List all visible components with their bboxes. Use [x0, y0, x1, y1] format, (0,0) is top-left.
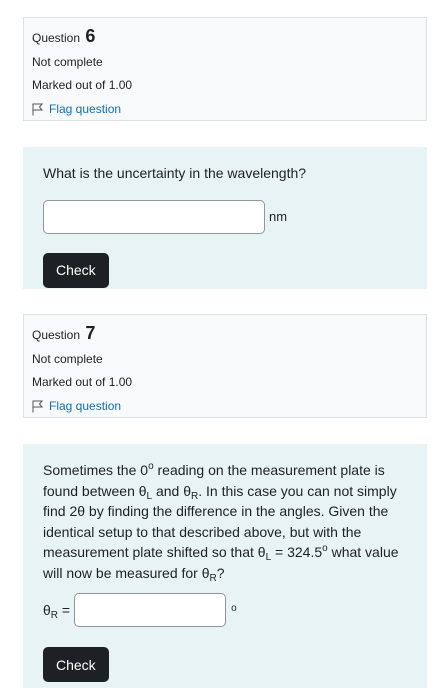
flag-question-label: Flag question	[49, 102, 122, 116]
question-state: Not complete	[32, 352, 103, 366]
check-button[interactable]: Check	[43, 252, 109, 288]
answer-input[interactable]	[74, 593, 227, 627]
answer-input[interactable]	[43, 199, 265, 234]
flag-question-link[interactable]: Flag question	[32, 399, 426, 413]
flag-icon	[32, 103, 43, 115]
question-state: Not complete	[32, 55, 103, 69]
unit-label: o	[231, 602, 237, 614]
question-text: Sometimes the 0o reading on the measurem…	[43, 461, 399, 584]
flag-question-link[interactable]: Flag question	[32, 102, 426, 116]
question-7-content: Sometimes the 0o reading on the measurem…	[23, 444, 427, 688]
unit-label: nm	[269, 209, 288, 224]
question-text: What is the uncertainty in the wavelengt…	[43, 165, 307, 181]
question-6-info: Question 6 Not complete Marked out of 1.…	[23, 17, 427, 121]
question-grade: Marked out of 1.00	[32, 78, 133, 92]
question-grade: Marked out of 1.00	[32, 375, 133, 389]
flag-question-label: Flag question	[49, 399, 122, 413]
check-button[interactable]: Check	[43, 647, 109, 682]
flag-icon	[32, 400, 43, 412]
question-number: Question 6	[32, 26, 96, 46]
question-6-content: What is the uncertainty in the wavelengt…	[23, 147, 427, 289]
question-7-info: Question 7 Not complete Marked out of 1.…	[23, 314, 427, 418]
answer-prefix-label: θR =	[43, 601, 71, 621]
question-number: Question 7	[32, 323, 96, 343]
